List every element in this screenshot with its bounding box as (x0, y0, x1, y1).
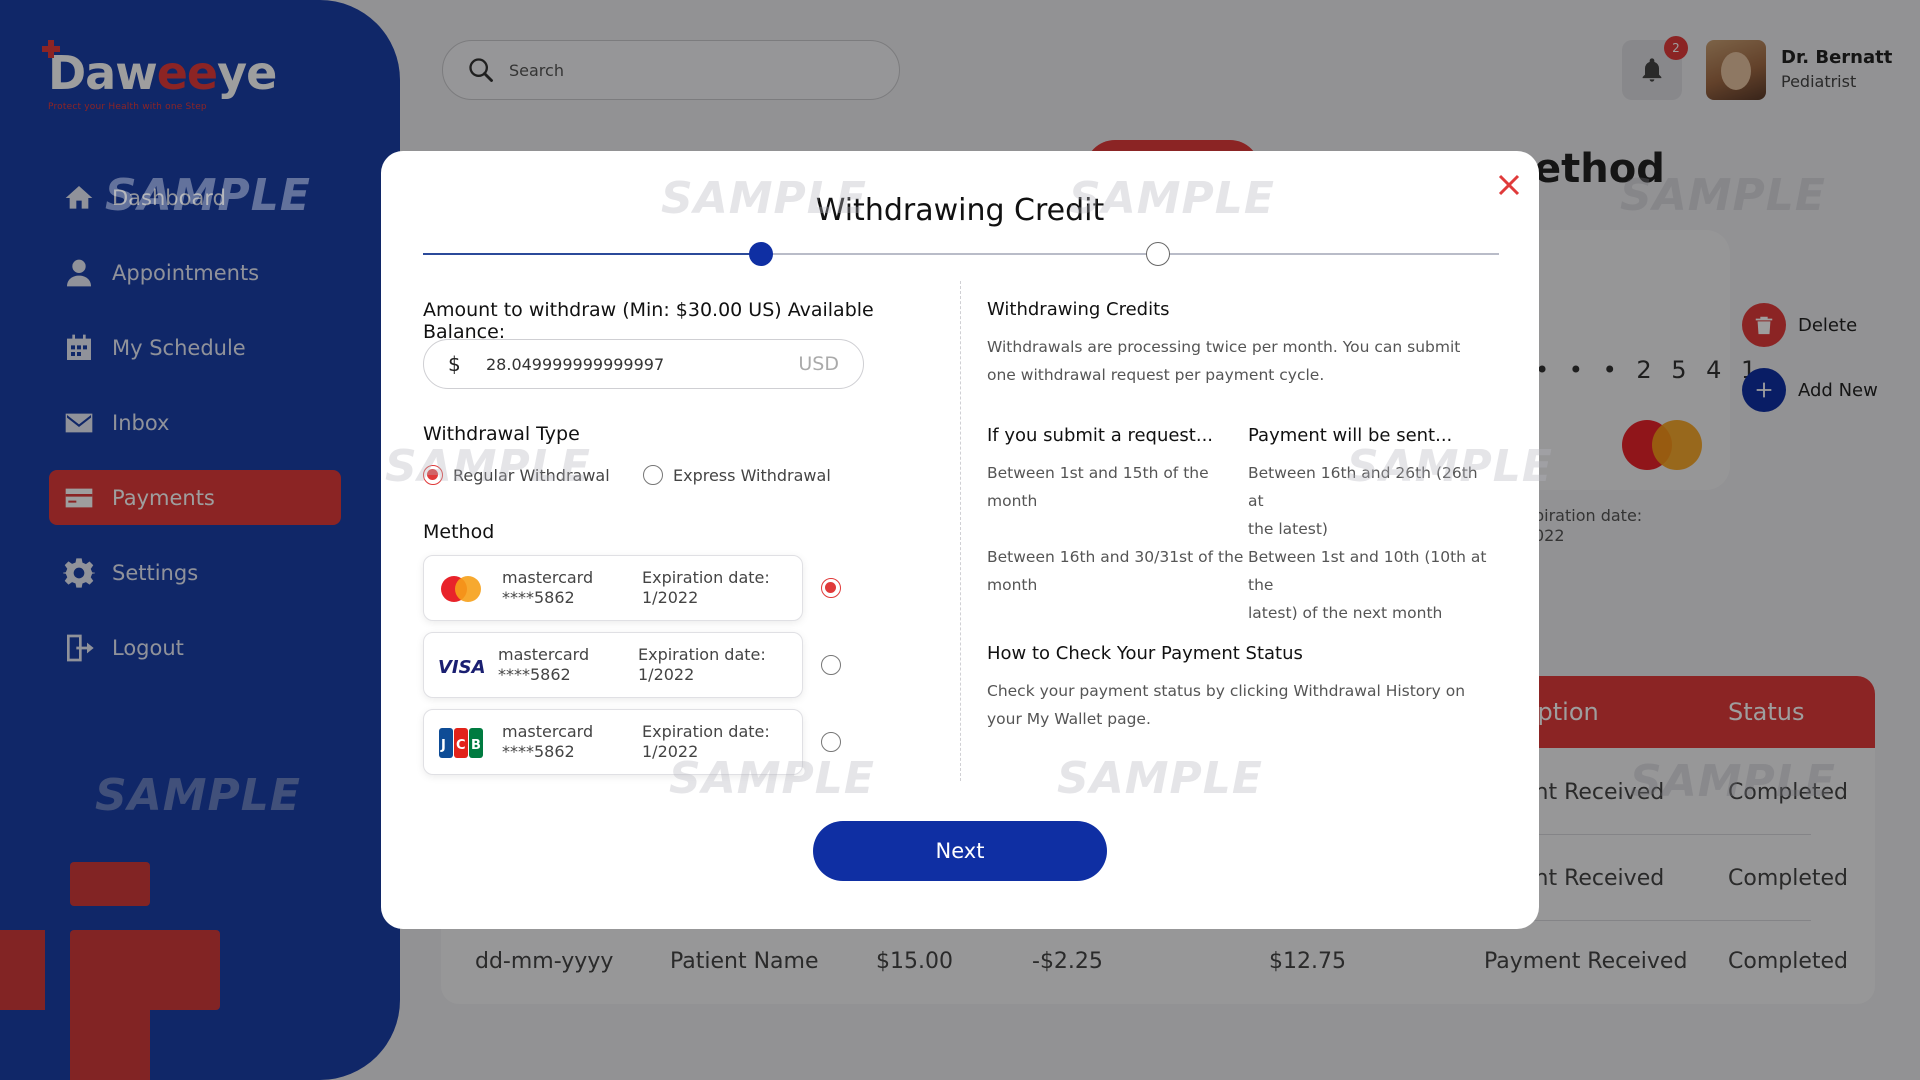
payment-method-option[interactable]: JCB mastercard ****5862 Expiration date:… (423, 709, 803, 775)
withdraw-credit-modal: Withdrawing Credit Amount to withdraw (M… (381, 151, 1552, 929)
payment-method-option[interactable]: VISA mastercard ****5862 Expiration date… (423, 632, 803, 698)
info-text-line: the latest) (1248, 520, 1328, 538)
currency-unit: USD (798, 353, 839, 375)
schedule-column-heading: Payment will be sent... (1248, 425, 1453, 446)
info-text-line: Between 1st and 15th of the (987, 464, 1209, 482)
schedule-column-heading: If you submit a request... (987, 425, 1214, 446)
card-info: mastercard ****5862 (498, 645, 589, 685)
close-icon (1498, 174, 1520, 196)
card-expiry: Expiration date: 1/2022 (638, 645, 766, 685)
card-expiry-label: Expiration date: (638, 645, 766, 664)
withdraw-form: Amount to withdraw (Min: $30.00 US) Avai… (423, 299, 943, 775)
info-heading: How to Check Your Payment Status (987, 643, 1303, 664)
method-radio[interactable] (821, 655, 841, 675)
card-expiry-label: Expiration date: (642, 568, 770, 587)
radio-label: Regular Withdrawal (453, 465, 610, 485)
card-info: mastercard ****5862 (502, 568, 593, 608)
card-expiry-value: 1/2022 (638, 665, 695, 684)
card-number: ****5862 (502, 588, 575, 607)
card-brand-name: mastercard (502, 568, 594, 587)
info-text-line: month (987, 492, 1038, 510)
radio-label: Express Withdrawal (673, 465, 831, 485)
svg-text:C: C (456, 738, 466, 753)
payment-method-option[interactable]: mastercard ****5862 Expiration date: 1/2… (423, 555, 803, 621)
amount-value[interactable]: 28.049999999999997 (486, 355, 798, 374)
mastercard-logo (438, 572, 484, 606)
info-text-line: month (987, 576, 1038, 594)
info-status-text: Check your payment status by clicking Wi… (987, 677, 1465, 733)
svg-text:B: B (471, 738, 481, 753)
method-radio[interactable] (821, 732, 841, 752)
method-radio[interactable] (821, 578, 841, 598)
info-text-line: Withdrawals are processing twice per mon… (987, 338, 1461, 356)
svg-text:VISA: VISA (438, 657, 484, 678)
close-button[interactable] (1493, 169, 1525, 201)
amount-input[interactable]: $ 28.049999999999997 USD (423, 339, 864, 389)
next-button[interactable]: Next (813, 821, 1107, 881)
radio-express-withdrawal[interactable]: Express Withdrawal (643, 465, 831, 485)
svg-text:J: J (440, 738, 446, 753)
card-expiry-value: 1/2022 (642, 742, 699, 761)
schedule-cell: Between 16th and 26th (26th at the lates… (1248, 459, 1497, 543)
info-text-line: latest) of the next month (1248, 604, 1443, 622)
info-intro: Withdrawals are processing twice per mon… (987, 333, 1460, 389)
column-divider (960, 281, 961, 781)
info-text-line: Between 1st and 10th (10th at the (1248, 548, 1487, 594)
card-number: ****5862 (502, 742, 575, 761)
card-expiry-label: Expiration date: (642, 722, 770, 741)
card-brand-name: mastercard (502, 722, 594, 741)
radio-button[interactable] (643, 465, 663, 485)
amount-label: Amount to withdraw (Min: $30.00 US) Avai… (423, 299, 874, 343)
currency-symbol: $ (448, 352, 461, 376)
info-text-line: your My Wallet page. (987, 710, 1151, 728)
schedule-cell: Between 16th and 30/31st of the month (987, 543, 1243, 599)
watermark: SAMPLE (1057, 753, 1263, 804)
schedule-cell: Between 1st and 10th (10th at the latest… (1248, 543, 1497, 627)
stepper-progress (423, 253, 763, 255)
info-heading: Withdrawing Credits (987, 299, 1170, 320)
info-text-line: one withdrawal request per payment cycle… (987, 366, 1325, 384)
radio-regular-withdrawal[interactable]: Regular Withdrawal (423, 465, 610, 485)
card-info: mastercard ****5862 (502, 722, 593, 762)
modal-title: Withdrawing Credit (815, 193, 1105, 228)
withdrawal-type-label: Withdrawal Type (423, 423, 580, 445)
card-number: ****5862 (498, 665, 571, 684)
info-text-line: Between 16th and 30/31st of the (987, 548, 1244, 566)
card-expiry: Expiration date: 1/2022 (642, 568, 770, 608)
info-text-line: Between 16th and 26th (26th at (1248, 464, 1478, 510)
jcb-logo: JCB (438, 726, 484, 760)
schedule-cell: Between 1st and 15th of the month (987, 459, 1209, 515)
step-indicator-current (749, 242, 773, 266)
method-label: Method (423, 521, 495, 543)
info-text-line: Check your payment status by clicking Wi… (987, 682, 1466, 700)
step-indicator-next (1146, 242, 1170, 266)
card-expiry: Expiration date: 1/2022 (642, 722, 770, 762)
card-brand-name: mastercard (498, 645, 590, 664)
visa-logo: VISA (438, 649, 486, 683)
card-expiry-value: 1/2022 (642, 588, 699, 607)
radio-button[interactable] (423, 465, 443, 485)
